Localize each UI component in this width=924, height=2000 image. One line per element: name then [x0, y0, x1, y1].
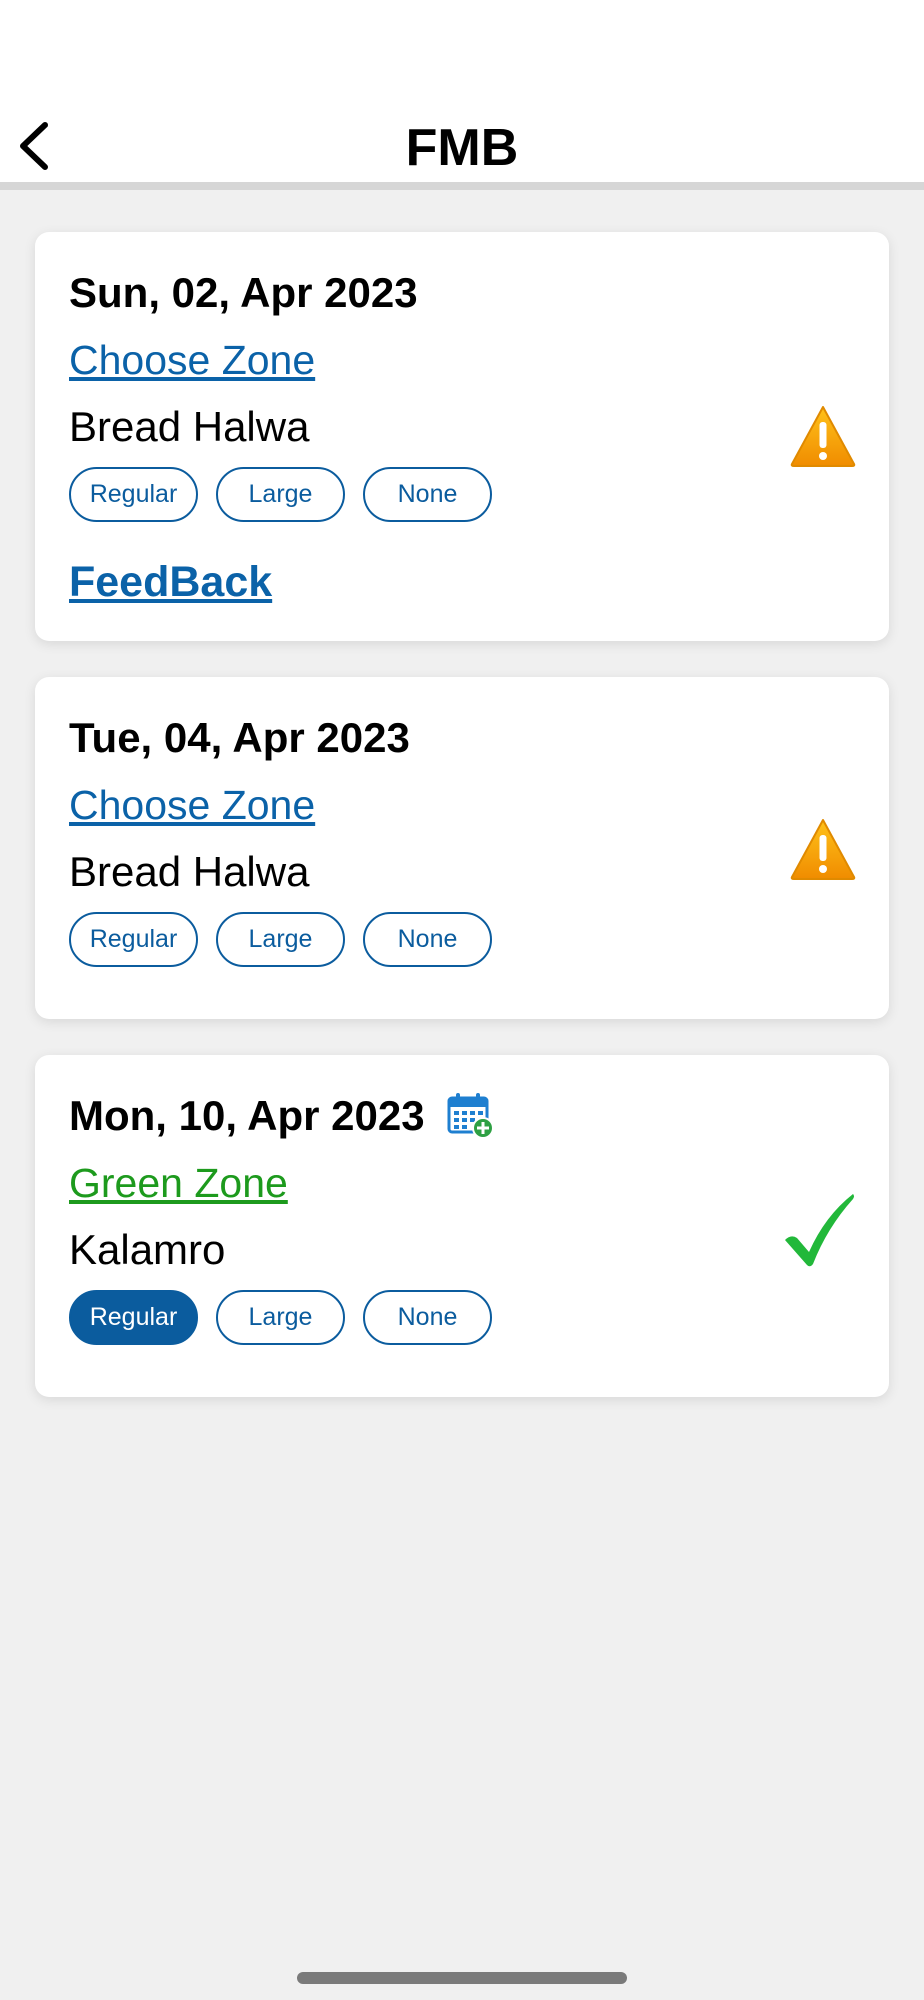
portion-large-button[interactable]: Large [216, 467, 345, 522]
meal-date: Tue, 04, Apr 2023 [69, 714, 410, 761]
zone-link[interactable]: Green Zone [69, 1158, 288, 1208]
meal-date-row: Mon, 10, Apr 2023 [69, 1091, 495, 1141]
calendar-add-icon[interactable] [447, 1092, 495, 1140]
meal-card: Sun, 02, Apr 2023 Choose Zone Bread Halw… [35, 232, 889, 641]
choose-zone-link[interactable]: Choose Zone [69, 335, 315, 385]
choose-zone-link[interactable]: Choose Zone [69, 780, 315, 830]
portion-large-button[interactable]: Large [216, 1290, 345, 1345]
portion-none-button[interactable]: None [363, 467, 492, 522]
warning-icon [789, 404, 857, 473]
page-title: FMB [405, 119, 519, 177]
dish-name: Kalamro [69, 1226, 226, 1273]
meal-date: Sun, 02, Apr 2023 [69, 269, 418, 316]
checkmark-icon [781, 1190, 857, 1275]
portion-regular-button[interactable]: Regular [69, 467, 198, 522]
portion-large-button[interactable]: Large [216, 912, 345, 967]
meal-card: Mon, 10, Apr 2023 Green Zone Kalamro Reg… [35, 1055, 889, 1397]
portion-none-button[interactable]: None [363, 912, 492, 967]
dish-name: Bread Halwa [69, 403, 310, 450]
meal-card: Tue, 04, Apr 2023 Choose Zone Bread Halw… [35, 677, 889, 1019]
portion-regular-button[interactable]: Regular [69, 912, 198, 967]
dish-name: Bread Halwa [69, 848, 310, 895]
portion-regular-button[interactable]: Regular [69, 1290, 198, 1345]
portion-options: Regular Large None [69, 912, 492, 967]
portion-options: Regular Large None [69, 1290, 492, 1345]
home-indicator [297, 1972, 627, 1984]
feedback-link[interactable]: FeedBack [69, 557, 272, 607]
app-header: FMB [0, 0, 924, 190]
portion-none-button[interactable]: None [363, 1290, 492, 1345]
meal-date: Mon, 10, Apr 2023 [69, 1092, 425, 1139]
portion-options: Regular Large None [69, 467, 492, 522]
warning-icon [789, 817, 857, 886]
